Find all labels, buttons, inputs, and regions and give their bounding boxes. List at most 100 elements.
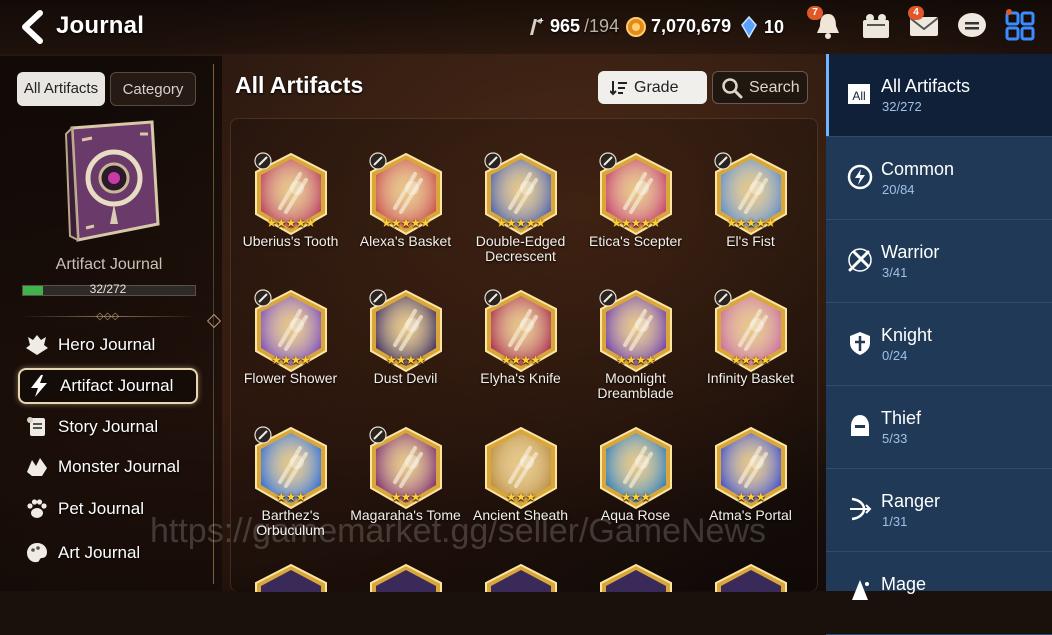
star-rating: ★★★ xyxy=(275,490,306,504)
gold-coin-icon xyxy=(626,17,646,37)
category-thief[interactable]: Thief 5/33 xyxy=(826,386,1052,469)
friends-icon[interactable] xyxy=(858,8,894,44)
star-rating: ★★★★ xyxy=(615,353,656,367)
category-common[interactable]: Common 20/84 xyxy=(826,137,1052,220)
star-rating: ★★★★★ xyxy=(496,216,546,230)
artifact-card[interactable]: ★★★★ Elyha's Knife xyxy=(463,289,578,386)
artifact-card[interactable]: ★★★★ Dust Devil xyxy=(348,289,463,386)
mage-icon xyxy=(846,578,874,606)
paw-icon xyxy=(27,499,47,518)
mage-class-icon xyxy=(253,426,272,444)
notification-badge: 7 xyxy=(807,6,823,20)
back-arrow-icon[interactable] xyxy=(18,10,46,44)
nav-label: Pet Journal xyxy=(58,499,144,518)
nav-artifact-journal[interactable]: Artifact Journal xyxy=(18,368,198,404)
warrior-icon xyxy=(846,246,874,274)
stamina-max: /194 xyxy=(584,15,620,36)
artifact-card[interactable] xyxy=(348,563,463,592)
artifact-image: ★★★★ xyxy=(482,289,560,373)
star-rating: ★★★ xyxy=(390,490,421,504)
artifact-card[interactable] xyxy=(463,563,578,592)
artifact-card[interactable]: ★★★★★ El's Fist xyxy=(693,152,808,249)
tab-all-artifacts[interactable]: All Artifacts xyxy=(17,72,105,106)
category-label: Warrior xyxy=(881,242,940,262)
artifact-image xyxy=(712,563,790,592)
category-label: Ranger xyxy=(881,491,941,511)
artifact-image: ★★★★ xyxy=(252,289,330,373)
artifact-image: ★★★★ xyxy=(367,289,445,373)
tab-category[interactable]: Category xyxy=(110,72,196,106)
star-rating: ★★★★★ xyxy=(611,216,661,230)
star-rating: ★★★★ xyxy=(385,353,426,367)
artifact-card[interactable]: ★★★★★ Alexa's Basket xyxy=(348,152,463,249)
artifact-card[interactable]: ★★★★★ Uberius's Tooth xyxy=(233,152,348,249)
artifact-card[interactable]: ★★★ Magaraha's Tome xyxy=(348,426,463,523)
artifact-card[interactable]: ★★★★★ Double-Edged Decrescent xyxy=(463,152,578,264)
nav-label: Monster Journal xyxy=(58,457,180,476)
star-rating: ★★★★★ xyxy=(266,216,316,230)
artifact-card[interactable] xyxy=(233,563,348,592)
svg-text:+: + xyxy=(539,16,544,25)
grade-sort-button[interactable]: Grade xyxy=(598,71,707,104)
artifact-name: Moonlight Dreamblade xyxy=(597,370,674,401)
nav-monster-journal[interactable]: Monster Journal xyxy=(18,449,198,485)
artifact-image: ★★★★ xyxy=(597,289,675,373)
artifact-name: Elyha's Knife xyxy=(480,370,561,386)
artifact-card[interactable]: ★★★★ Infinity Basket xyxy=(693,289,808,386)
artifact-name: Etica's Scepter xyxy=(589,233,682,249)
search-button[interactable]: Search xyxy=(712,71,808,104)
divider-ornament: ◇◇◇ xyxy=(96,311,120,322)
artifact-card[interactable]: ★★★★ Flower Shower xyxy=(233,289,348,386)
artifact-journal-book-icon xyxy=(52,120,164,244)
artifact-image: ★★★★★ xyxy=(597,152,675,236)
artifact-card[interactable]: ★★★★ Moonlight Dreamblade xyxy=(578,289,693,401)
nav-label: Artifact Journal xyxy=(60,376,174,395)
category-warrior[interactable]: Warrior 3/41 xyxy=(826,220,1052,303)
all-icon-text: All xyxy=(852,89,865,103)
sword-class-icon xyxy=(253,289,272,307)
category-panel: All All Artifacts 32/272 Common 20/84 Warrior… xyxy=(826,54,1052,635)
chat-icon[interactable] xyxy=(954,8,990,44)
category-count: 20/84 xyxy=(882,182,915,197)
artifact-name: Uberius's Tooth xyxy=(242,233,339,249)
nav-story-journal[interactable]: Story Journal xyxy=(18,409,198,445)
crystal-display: 10 xyxy=(738,15,784,39)
artifact-card[interactable]: ★★★★★ Etica's Scepter xyxy=(578,152,693,249)
nav-label: Art Journal xyxy=(58,543,141,562)
artifact-image xyxy=(252,563,330,592)
artifact-card[interactable] xyxy=(693,563,808,592)
category-label: Common xyxy=(881,159,955,179)
menu-grid-icon[interactable] xyxy=(1002,8,1038,44)
artifact-card[interactable]: ★★★ Aqua Rose xyxy=(578,426,693,523)
sort-icon xyxy=(610,80,627,95)
artifact-name: Flower Shower xyxy=(243,370,338,386)
watermark: https://gamemarket.gg/seller/GameNews xyxy=(150,512,767,550)
artifact-image: ★★★ xyxy=(367,426,445,510)
star-rating: ★★★★ xyxy=(730,353,771,367)
category-all-artifacts[interactable]: All All Artifacts 32/272 xyxy=(826,54,1052,137)
artifact-card[interactable]: ★★★ Ancient Sheath xyxy=(463,426,578,523)
knight-icon xyxy=(846,329,874,357)
artifact-card[interactable]: ★★★ Atma's Portal xyxy=(693,426,808,523)
book-class-icon xyxy=(368,426,387,444)
artifact-image xyxy=(597,563,675,592)
category-label: All Artifacts xyxy=(881,76,971,96)
book-label: Artifact Journal xyxy=(55,256,163,273)
thief-class-icon xyxy=(598,289,617,307)
category-ranger[interactable]: Ranger 1/31 xyxy=(826,469,1052,552)
nav-hero-journal[interactable]: Hero Journal xyxy=(18,327,198,363)
category-label: Mage xyxy=(881,574,927,594)
lightning-icon xyxy=(31,375,47,397)
grade-label: Grade xyxy=(634,78,679,96)
search-label: Search xyxy=(749,78,800,96)
category-mage[interactable]: Mage xyxy=(826,552,1052,635)
mail-badge: 4 xyxy=(908,6,924,20)
sword-class-icon xyxy=(713,152,732,170)
artifact-name: Infinity Basket xyxy=(706,370,795,386)
palette-icon xyxy=(27,543,47,563)
collection-progress-text: 32/272 xyxy=(89,282,127,296)
category-knight[interactable]: Knight 0/24 xyxy=(826,303,1052,386)
category-label: Thief xyxy=(881,408,922,428)
star-rating: ★★★ xyxy=(620,490,651,504)
artifact-card[interactable] xyxy=(578,563,693,592)
